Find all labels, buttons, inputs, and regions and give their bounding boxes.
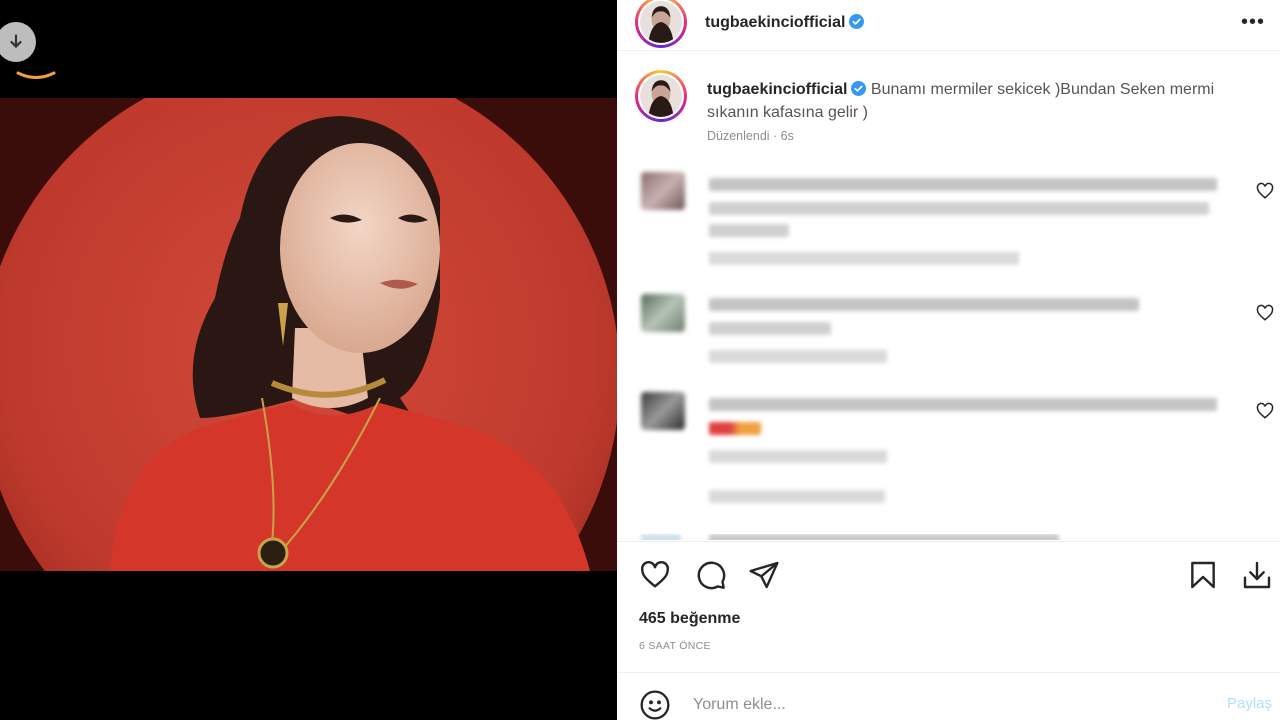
caption-meta: Düzenlendi · 6s — [707, 129, 794, 143]
post-photo[interactable] — [0, 98, 617, 571]
blurred-emoji — [709, 422, 761, 435]
download-icon — [1243, 561, 1271, 589]
verified-badge-icon — [851, 81, 867, 96]
download-button[interactable] — [1239, 555, 1275, 595]
download-arrow-icon[interactable] — [0, 22, 36, 62]
action-bar — [617, 555, 1280, 597]
blurred-text — [709, 298, 1139, 311]
more-options-icon[interactable]: ••• — [1240, 12, 1266, 32]
caption-avatar[interactable] — [635, 70, 687, 122]
comment-button[interactable] — [693, 555, 729, 595]
likes-count[interactable]: 465 beğenme — [639, 610, 740, 628]
smile-logo-icon — [16, 71, 56, 79]
verified-badge-icon — [849, 14, 865, 29]
save-button[interactable] — [1185, 555, 1221, 595]
post-comment-button[interactable]: Paylaş — [1227, 695, 1272, 712]
header-avatar[interactable] — [635, 0, 687, 48]
comment-bubble-icon — [697, 561, 726, 590]
smiley-icon[interactable] — [639, 689, 671, 720]
header-divider — [617, 50, 1280, 51]
heart-icon[interactable] — [1256, 402, 1274, 420]
bookmark-icon — [1191, 561, 1215, 589]
blurred-avatar — [641, 534, 681, 540]
comment-input[interactable] — [693, 691, 1193, 719]
comment-avatar[interactable] — [641, 392, 685, 430]
comment-bar-divider — [617, 672, 1280, 673]
post-timestamp: 6 SAAT ÖNCE — [639, 640, 711, 652]
blurred-text — [709, 534, 1059, 540]
blurred-meta — [709, 450, 887, 463]
blurred-replies — [709, 490, 885, 503]
post-side-panel: tugbaekinciofficial ••• tugbaekincioffic… — [617, 0, 1280, 720]
heart-icon[interactable] — [1256, 182, 1274, 200]
blurred-text — [709, 224, 789, 237]
paper-plane-icon — [749, 561, 779, 589]
comment-item — [617, 534, 1280, 540]
comment-avatar[interactable] — [641, 172, 685, 210]
blurred-text — [709, 322, 831, 335]
blurred-text — [709, 178, 1217, 191]
username-text[interactable]: tugbaekinciofficial — [705, 14, 845, 31]
caption-username[interactable]: tugbaekinciofficial — [707, 81, 847, 98]
post-caption: tugbaekinciofficial Bunamı mermiler seki… — [707, 78, 1247, 124]
header-username[interactable]: tugbaekinciofficial — [705, 14, 865, 32]
comment-avatar[interactable] — [641, 294, 685, 332]
heart-icon[interactable] — [1256, 304, 1274, 322]
post-media-pane — [0, 0, 617, 720]
blurred-text — [709, 398, 1217, 411]
heart-icon — [641, 561, 669, 588]
comments-divider — [617, 541, 1280, 542]
share-button[interactable] — [746, 555, 782, 595]
blurred-meta — [709, 252, 1019, 265]
like-button[interactable] — [637, 555, 673, 595]
blurred-text — [709, 202, 1209, 215]
comment-bar: Paylaş — [617, 685, 1280, 720]
blurred-meta — [709, 350, 887, 363]
